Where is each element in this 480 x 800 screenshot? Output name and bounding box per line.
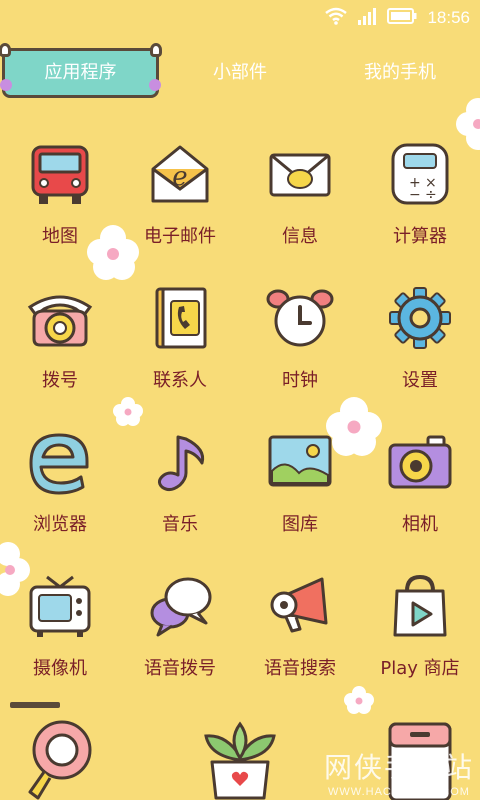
app-camcorder[interactable]: 摄像机 [0, 562, 120, 706]
app-label: 图库 [282, 514, 318, 535]
watermark: 网侠手机站 WWW.HACKHOME.COM [324, 746, 474, 798]
tab-my-phone[interactable]: 我的手机 [330, 48, 470, 98]
gear-icon [389, 287, 451, 349]
clock-time: 18:56 [427, 8, 470, 27]
tab-apps[interactable]: 应用程序 [0, 43, 162, 98]
tab-horn-left [0, 43, 11, 57]
app-label: 语音搜索 [264, 658, 336, 679]
app-dialer[interactable]: 拨号 [0, 274, 120, 418]
app-settings[interactable]: 设置 [360, 274, 480, 418]
svg-text:÷: ÷ [425, 187, 437, 203]
plant-pot-icon[interactable] [200, 720, 280, 800]
app-label: 语音拨号 [144, 658, 216, 679]
app-camera[interactable]: 相机 [360, 418, 480, 562]
app-label: Play 商店 [380, 658, 460, 679]
app-label: 时钟 [282, 370, 318, 391]
app-voice-dialer[interactable]: 语音拨号 [120, 562, 240, 706]
signal-icon [357, 7, 377, 29]
svg-text:−: − [409, 187, 421, 203]
tab-horn-right [150, 43, 162, 57]
gallery-picture-icon [268, 435, 332, 487]
svg-text:e: e [172, 162, 187, 192]
app-calculator[interactable]: + × − ÷ 计算器 [360, 130, 480, 274]
bus-icon [31, 145, 89, 204]
tab-label: 我的手机 [364, 62, 436, 83]
app-label: 信息 [282, 226, 318, 247]
tab-dot-left [0, 79, 12, 91]
app-contacts[interactable]: 联系人 [120, 274, 240, 418]
watermark-url: WWW.HACKHOME.COM [328, 786, 470, 798]
app-browser[interactable]: 浏览器 [0, 418, 120, 562]
app-play-store[interactable]: Play 商店 [360, 562, 480, 706]
speech-bubbles-icon [150, 577, 212, 637]
browser-e-icon [29, 433, 89, 495]
app-label: 浏览器 [33, 514, 87, 535]
status-bar: 18:56 [0, 0, 480, 36]
alarm-clock-icon [266, 289, 334, 347]
app-maps[interactable]: 地图 [0, 130, 120, 274]
message-envelope-icon [269, 153, 331, 197]
contacts-book-icon [155, 287, 207, 349]
megaphone-icon [270, 577, 328, 633]
app-music[interactable]: 音乐 [120, 418, 240, 562]
battery-icon [387, 8, 417, 28]
app-label: 地图 [42, 226, 78, 247]
app-email[interactable]: e 电子邮件 [120, 130, 240, 274]
mail-envelope-icon: e [151, 145, 209, 203]
rotary-phone-icon [27, 295, 93, 347]
app-label: 设置 [402, 370, 438, 391]
calculator-icon: + × − ÷ [391, 143, 449, 205]
app-clock[interactable]: 时钟 [240, 274, 360, 418]
tab-label: 小部件 [213, 62, 267, 83]
shopping-bag-play-icon [393, 574, 447, 637]
app-label: 相机 [402, 514, 438, 535]
tab-dot-right [149, 79, 161, 91]
app-label: 音乐 [162, 514, 198, 535]
tab-label: 应用程序 [44, 62, 117, 83]
tv-camcorder-icon [29, 575, 91, 637]
app-gallery[interactable]: 图库 [240, 418, 360, 562]
app-label: 联系人 [153, 370, 207, 391]
magnifier-icon[interactable] [26, 718, 98, 800]
app-messages[interactable]: 信息 [240, 130, 360, 274]
tab-bar: 应用程序 小部件 我的手机 [0, 43, 480, 100]
app-label: 计算器 [393, 226, 447, 247]
tab-widgets[interactable]: 小部件 [170, 48, 310, 98]
watermark-text: 网侠手机站 [323, 752, 474, 783]
app-label: 电子邮件 [144, 226, 216, 247]
app-label: 拨号 [42, 370, 78, 391]
music-note-icon [157, 435, 205, 492]
wifi-icon [325, 7, 348, 29]
app-voice-search[interactable]: 语音搜索 [240, 562, 360, 706]
camera-icon [388, 435, 452, 489]
app-label: 摄像机 [33, 658, 87, 679]
